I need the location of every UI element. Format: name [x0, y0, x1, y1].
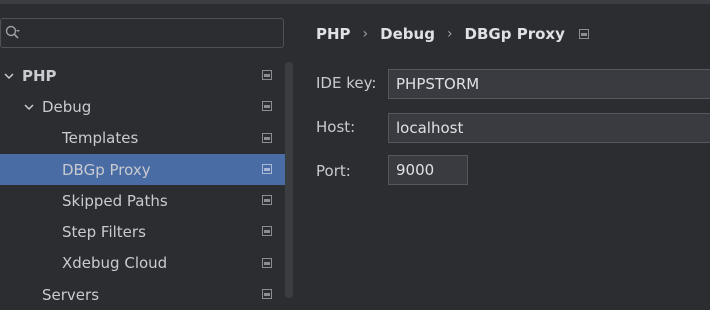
host-label: Host:	[316, 118, 356, 136]
tree-item-label: Debug	[42, 97, 92, 116]
breadcrumb-item-debug[interactable]: Debug	[380, 25, 435, 43]
settings-tree-panel: PHP Debug Templates DBGp Proxy Skipped P…	[0, 4, 295, 304]
host-field[interactable]	[388, 113, 710, 143]
ide-key-field[interactable]	[388, 69, 710, 99]
breadcrumb-separator: ›	[446, 26, 453, 42]
port-label: Port:	[316, 162, 351, 180]
breadcrumb-separator: ›	[362, 26, 369, 42]
search-box[interactable]	[0, 18, 284, 48]
tree-item-label: Servers	[42, 285, 100, 304]
breadcrumb-item-dbgp-proxy: DBGp Proxy	[464, 25, 565, 43]
tree-item-label: PHP	[22, 66, 57, 85]
tree-item-templates[interactable]: Templates	[0, 123, 290, 154]
port-field[interactable]	[388, 155, 468, 185]
project-level-icon	[262, 226, 272, 237]
chevron-down-icon[interactable]	[4, 71, 14, 81]
settings-content-panel: PHP › Debug › DBGp Proxy IDE key: Host: …	[296, 4, 710, 294]
project-level-icon	[262, 163, 272, 174]
breadcrumb-item-php[interactable]: PHP	[316, 25, 351, 43]
tree-item-xdebug-cloud[interactable]: Xdebug Cloud	[0, 248, 290, 279]
tree-item-label: Skipped Paths	[62, 191, 168, 210]
tree-item-php[interactable]: PHP	[0, 60, 290, 91]
project-level-icon	[262, 289, 272, 300]
project-level-icon	[262, 70, 272, 80]
tree-item-step-filters[interactable]: Step Filters	[0, 216, 290, 247]
tree-item-label: DBGp Proxy	[62, 160, 151, 179]
search-icon[interactable]	[5, 25, 21, 41]
tree-item-dbgp-proxy[interactable]: DBGp Proxy	[0, 153, 290, 186]
project-level-icon	[262, 257, 272, 268]
tree-item-label: Templates	[62, 129, 139, 148]
breadcrumb: PHP › Debug › DBGp Proxy	[316, 22, 589, 46]
tree-item-skipped-paths[interactable]: Skipped Paths	[0, 185, 290, 216]
chevron-down-icon[interactable]	[24, 102, 34, 112]
tree-item-servers[interactable]: Servers	[0, 279, 290, 310]
ide-key-label: IDE key:	[316, 74, 377, 92]
project-level-icon	[262, 132, 272, 143]
settings-tree: PHP Debug Templates DBGp Proxy Skipped P…	[0, 60, 290, 310]
tree-scrollbar[interactable]	[285, 62, 293, 298]
tree-item-label: Xdebug Cloud	[62, 254, 168, 273]
search-input[interactable]	[27, 23, 281, 45]
project-level-icon	[262, 195, 272, 206]
tree-item-debug[interactable]: Debug	[0, 91, 290, 122]
project-level-icon	[578, 29, 589, 39]
tree-item-label: Step Filters	[62, 223, 146, 242]
project-level-icon	[262, 101, 272, 112]
